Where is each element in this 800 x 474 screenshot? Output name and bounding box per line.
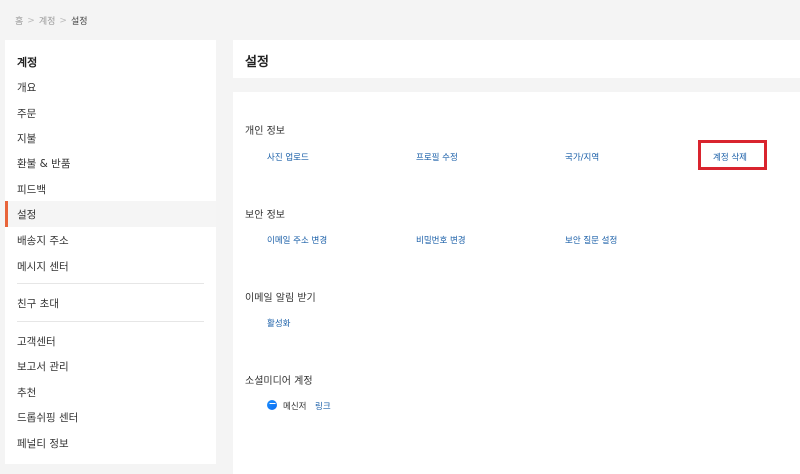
section-title-social-media: 소셜미디어 계정: [245, 376, 313, 387]
section-title-personal-info: 개인 정보: [245, 126, 285, 137]
page-title: 설정: [245, 55, 269, 70]
sidebar-item-message-center[interactable]: 메시지 센터: [17, 259, 69, 274]
upload-photo-link[interactable]: 사진 업로드: [267, 151, 309, 163]
breadcrumb-current: 설정: [70, 17, 88, 27]
sidebar-item-overview[interactable]: 개요: [17, 80, 36, 95]
breadcrumb: 홈 > 계정 > 설정: [15, 14, 88, 28]
change-email-link[interactable]: 이메일 주소 변경: [267, 234, 327, 246]
sidebar-active-background: [5, 201, 216, 227]
sidebar-item-orders[interactable]: 주문: [17, 106, 36, 121]
edit-profile-link[interactable]: 프로필 수정: [416, 151, 458, 163]
section-title-email-alerts: 이메일 알림 받기: [245, 293, 316, 304]
sidebar-item-report-management[interactable]: 보고서 관리: [17, 359, 69, 374]
breadcrumb-account[interactable]: 계정: [39, 14, 56, 27]
sidebar-item-recommendations[interactable]: 추천: [17, 385, 36, 400]
sidebar-item-feedback[interactable]: 피드백: [17, 182, 46, 197]
sidebar-item-shipping-address[interactable]: 배송지 주소: [17, 233, 69, 248]
sidebar-divider: [17, 283, 204, 284]
breadcrumb-separator: >: [59, 15, 67, 26]
messenger-link-button[interactable]: 링크: [315, 400, 331, 412]
sidebar-item-invite-friends[interactable]: 친구 초대: [17, 296, 59, 311]
country-region-link[interactable]: 국가/지역: [565, 151, 599, 163]
sidebar: 계정 개요 주문 지불 환불 & 반품 피드백 설정 배송지 주소 메시지 센터…: [5, 40, 216, 464]
sidebar-divider: [17, 321, 204, 322]
change-password-link[interactable]: 비밀번호 변경: [416, 234, 466, 246]
sidebar-item-payment[interactable]: 지불: [17, 131, 36, 146]
sidebar-heading: 계정: [17, 56, 38, 69]
breadcrumb-home[interactable]: 홈: [15, 14, 23, 27]
breadcrumb-separator: >: [27, 15, 35, 26]
sidebar-item-dropshipping-center[interactable]: 드롭쉬핑 센터: [17, 410, 78, 425]
sidebar-item-penalty-info[interactable]: 페널티 정보: [17, 436, 69, 451]
sidebar-item-customer-center[interactable]: 고객센터: [17, 334, 56, 349]
settings-panel: 개인 정보 사진 업로드 프로필 수정 국가/지역 계정 삭제 보안 정보 이메…: [233, 92, 800, 474]
page-title-panel: 설정: [233, 40, 800, 78]
enable-email-alert-link[interactable]: 활성화: [267, 317, 290, 329]
messenger-label: 메신저: [283, 402, 307, 412]
messenger-icon: [267, 400, 277, 410]
sidebar-item-refunds[interactable]: 환불 & 반품: [17, 156, 71, 171]
security-question-link[interactable]: 보안 질문 설정: [565, 234, 617, 246]
section-title-security-info: 보안 정보: [245, 210, 285, 221]
sidebar-item-settings[interactable]: 설정: [17, 207, 36, 222]
delete-account-highlight-box: [698, 140, 767, 170]
sidebar-active-indicator: [5, 201, 8, 227]
